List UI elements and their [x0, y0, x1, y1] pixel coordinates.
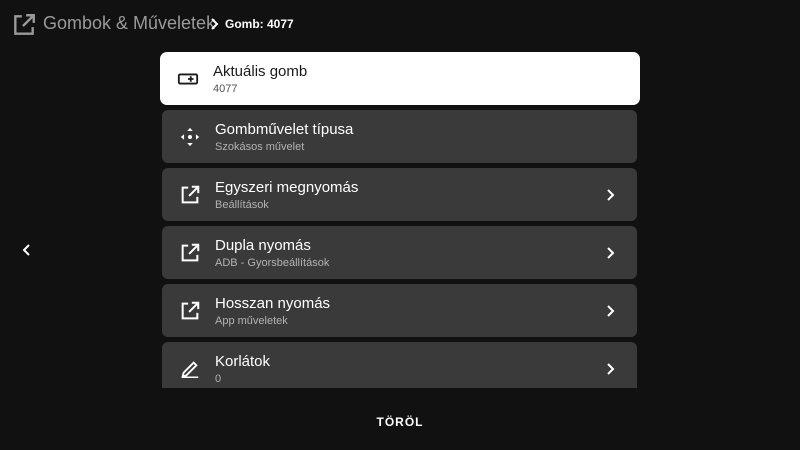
- settings-list: Aktuális gomb 4077 Gombművelet típusa Sz…: [160, 52, 640, 388]
- move-arrows-icon: [180, 127, 200, 147]
- chevron-right-icon: [211, 18, 219, 30]
- item-title: Dupla nyomás: [215, 237, 311, 254]
- item-subtitle: 0: [215, 373, 222, 385]
- list-item-current-key[interactable]: Aktuális gomb 4077: [160, 52, 640, 105]
- breadcrumb: Gomb: 4077: [225, 17, 294, 31]
- item-subtitle: App műveletek: [215, 315, 288, 327]
- chevron-right-icon: [607, 363, 615, 375]
- open-external-icon: [181, 185, 200, 204]
- delete-button[interactable]: TÖRÖL: [360, 408, 440, 436]
- item-title: Gombművelet típusa: [215, 121, 354, 138]
- item-title: Egyszeri megnyomás: [215, 179, 359, 196]
- item-subtitle: Szokásos művelet: [215, 141, 305, 153]
- item-subtitle: Beállítások: [215, 199, 269, 211]
- list-item-action-type[interactable]: Gombművelet típusa Szokásos művelet: [162, 110, 637, 163]
- chevron-right-icon: [607, 305, 615, 317]
- pencil-icon: [181, 361, 199, 378]
- page-title: Gombok & Műveletek: [43, 13, 216, 33]
- open-external-icon: [14, 14, 35, 35]
- item-subtitle: ADB - Gyorsbeállítások: [215, 257, 330, 269]
- item-subtitle: 4077: [213, 83, 238, 95]
- chevron-right-icon: [607, 189, 615, 201]
- list-item-double-press[interactable]: Dupla nyomás ADB - Gyorsbeállítások: [162, 226, 637, 279]
- open-external-icon: [181, 301, 200, 320]
- list-item-limits[interactable]: Korlátok 0: [162, 342, 637, 388]
- list-item-long-press[interactable]: Hosszan nyomás App műveletek: [162, 284, 637, 337]
- item-title: Korlátok: [215, 353, 271, 370]
- list-item-single-press[interactable]: Egyszeri megnyomás Beállítások: [162, 168, 637, 221]
- back-button[interactable]: [18, 240, 36, 260]
- chevron-right-icon: [607, 247, 615, 259]
- item-title: Aktuális gomb: [213, 63, 308, 80]
- app-header: Gombok & Műveletek Gomb: 4077: [0, 0, 800, 50]
- remote-key-icon: [177, 73, 199, 85]
- item-title: Hosszan nyomás: [215, 295, 331, 312]
- open-external-icon: [181, 243, 200, 262]
